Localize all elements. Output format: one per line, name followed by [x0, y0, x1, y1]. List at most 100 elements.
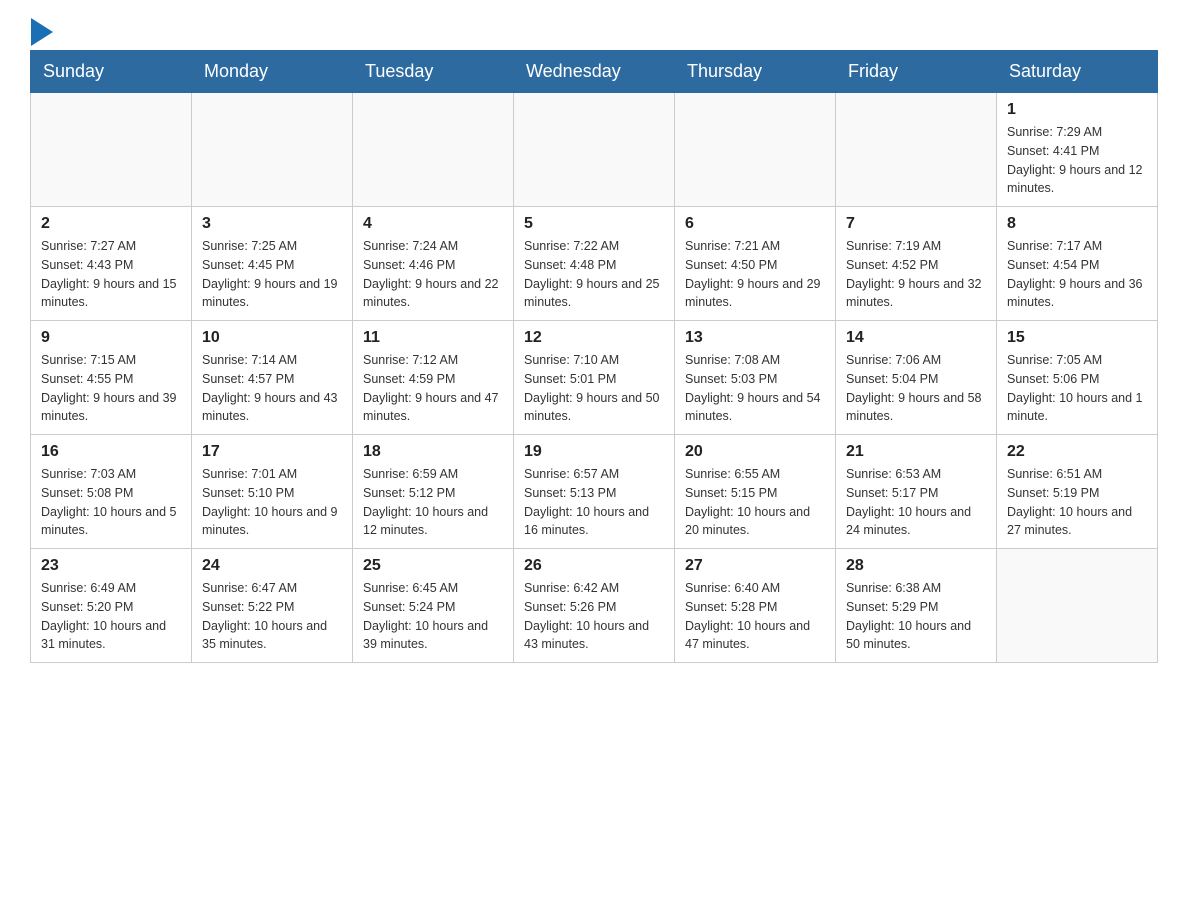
day-number: 15 — [1007, 329, 1147, 347]
logo-arrow-icon — [31, 18, 53, 46]
day-info: Sunrise: 7:14 AMSunset: 4:57 PMDaylight:… — [202, 351, 342, 426]
calendar-cell — [675, 93, 836, 207]
day-info: Sunrise: 7:21 AMSunset: 4:50 PMDaylight:… — [685, 237, 825, 312]
day-info: Sunrise: 7:03 AMSunset: 5:08 PMDaylight:… — [41, 465, 181, 540]
calendar-cell: 23 Sunrise: 6:49 AMSunset: 5:20 PMDayligh… — [31, 549, 192, 663]
page-header — [30, 20, 1158, 40]
day-info: Sunrise: 6:53 AMSunset: 5:17 PMDaylight:… — [846, 465, 986, 540]
day-info: Sunrise: 7:27 AMSunset: 4:43 PMDaylight:… — [41, 237, 181, 312]
day-info: Sunrise: 7:05 AMSunset: 5:06 PMDaylight:… — [1007, 351, 1147, 426]
day-info: Sunrise: 7:01 AMSunset: 5:10 PMDaylight:… — [202, 465, 342, 540]
day-number: 23 — [41, 557, 181, 575]
day-number: 1 — [1007, 101, 1147, 119]
calendar-cell: 17 Sunrise: 7:01 AMSunset: 5:10 PMDayligh… — [192, 435, 353, 549]
day-info: Sunrise: 7:06 AMSunset: 5:04 PMDaylight:… — [846, 351, 986, 426]
calendar-cell — [192, 93, 353, 207]
weekday-header-saturday: Saturday — [997, 51, 1158, 93]
day-number: 28 — [846, 557, 986, 575]
calendar-cell: 21 Sunrise: 6:53 AMSunset: 5:17 PMDayligh… — [836, 435, 997, 549]
calendar-cell: 28 Sunrise: 6:38 AMSunset: 5:29 PMDayligh… — [836, 549, 997, 663]
calendar-cell: 26Sunrise: 6:42 AMSunset: 5:26 PMDayligh… — [514, 549, 675, 663]
logo — [30, 20, 53, 40]
calendar-cell — [836, 93, 997, 207]
calendar-cell: 2 Sunrise: 7:27 AMSunset: 4:43 PMDaylight… — [31, 207, 192, 321]
day-number: 5 — [524, 215, 664, 233]
calendar-cell: 18 Sunrise: 6:59 AMSunset: 5:12 PMDayligh… — [353, 435, 514, 549]
calendar-cell — [514, 93, 675, 207]
day-info: Sunrise: 6:40 AMSunset: 5:28 PMDaylight:… — [685, 579, 825, 654]
day-number: 19 — [524, 443, 664, 461]
day-number: 10 — [202, 329, 342, 347]
day-info: Sunrise: 6:51 AMSunset: 5:19 PMDaylight:… — [1007, 465, 1147, 540]
day-number: 27 — [685, 557, 825, 575]
day-info: Sunrise: 7:10 AMSunset: 5:01 PMDaylight:… — [524, 351, 664, 426]
day-info: Sunrise: 7:17 AMSunset: 4:54 PMDaylight:… — [1007, 237, 1147, 312]
day-info: Sunrise: 7:12 AMSunset: 4:59 PMDaylight:… — [363, 351, 503, 426]
calendar-week-row: 1 Sunrise: 7:29 AMSunset: 4:41 PMDaylight… — [31, 93, 1158, 207]
calendar-cell: 15 Sunrise: 7:05 AMSunset: 5:06 PMDayligh… — [997, 321, 1158, 435]
calendar-cell: 19 Sunrise: 6:57 AMSunset: 5:13 PMDayligh… — [514, 435, 675, 549]
calendar-cell: 16 Sunrise: 7:03 AMSunset: 5:08 PMDayligh… — [31, 435, 192, 549]
day-info: Sunrise: 6:42 AMSunset: 5:26 PMDaylight:… — [524, 579, 664, 654]
calendar-cell: 3 Sunrise: 7:25 AMSunset: 4:45 PMDaylight… — [192, 207, 353, 321]
calendar-cell: 24 Sunrise: 6:47 AMSunset: 5:22 PMDayligh… — [192, 549, 353, 663]
day-info: Sunrise: 6:47 AMSunset: 5:22 PMDaylight:… — [202, 579, 342, 654]
weekday-header-wednesday: Wednesday — [514, 51, 675, 93]
day-number: 21 — [846, 443, 986, 461]
calendar-week-row: 2 Sunrise: 7:27 AMSunset: 4:43 PMDaylight… — [31, 207, 1158, 321]
day-info: Sunrise: 7:22 AMSunset: 4:48 PMDaylight:… — [524, 237, 664, 312]
calendar-table: SundayMondayTuesdayWednesdayThursdayFrid… — [30, 50, 1158, 663]
day-info: Sunrise: 6:57 AMSunset: 5:13 PMDaylight:… — [524, 465, 664, 540]
day-number: 22 — [1007, 443, 1147, 461]
day-number: 12 — [524, 329, 664, 347]
weekday-header-sunday: Sunday — [31, 51, 192, 93]
calendar-cell: 22 Sunrise: 6:51 AMSunset: 5:19 PMDayligh… — [997, 435, 1158, 549]
day-info: Sunrise: 7:29 AMSunset: 4:41 PMDaylight:… — [1007, 123, 1147, 198]
day-number: 25 — [363, 557, 503, 575]
day-number: 8 — [1007, 215, 1147, 233]
day-info: Sunrise: 6:38 AMSunset: 5:29 PMDaylight:… — [846, 579, 986, 654]
calendar-cell — [997, 549, 1158, 663]
day-info: Sunrise: 6:55 AMSunset: 5:15 PMDaylight:… — [685, 465, 825, 540]
weekday-header-tuesday: Tuesday — [353, 51, 514, 93]
weekday-header-thursday: Thursday — [675, 51, 836, 93]
day-number: 4 — [363, 215, 503, 233]
calendar-week-row: 9 Sunrise: 7:15 AMSunset: 4:55 PMDaylight… — [31, 321, 1158, 435]
weekday-header-row: SundayMondayTuesdayWednesdayThursdayFrid… — [31, 51, 1158, 93]
day-number: 13 — [685, 329, 825, 347]
calendar-cell: 14 Sunrise: 7:06 AMSunset: 5:04 PMDayligh… — [836, 321, 997, 435]
calendar-cell: 25 Sunrise: 6:45 AMSunset: 5:24 PMDayligh… — [353, 549, 514, 663]
day-number: 7 — [846, 215, 986, 233]
calendar-cell: 4 Sunrise: 7:24 AMSunset: 4:46 PMDaylight… — [353, 207, 514, 321]
day-number: 2 — [41, 215, 181, 233]
day-info: Sunrise: 7:24 AMSunset: 4:46 PMDaylight:… — [363, 237, 503, 312]
day-info: Sunrise: 7:08 AMSunset: 5:03 PMDaylight:… — [685, 351, 825, 426]
day-number: 17 — [202, 443, 342, 461]
calendar-cell: 13 Sunrise: 7:08 AMSunset: 5:03 PMDayligh… — [675, 321, 836, 435]
calendar-week-row: 23 Sunrise: 6:49 AMSunset: 5:20 PMDayligh… — [31, 549, 1158, 663]
day-info: Sunrise: 7:19 AMSunset: 4:52 PMDaylight:… — [846, 237, 986, 312]
day-number: 18 — [363, 443, 503, 461]
day-number: 6 — [685, 215, 825, 233]
day-number: 16 — [41, 443, 181, 461]
day-info: Sunrise: 6:49 AMSunset: 5:20 PMDaylight:… — [41, 579, 181, 654]
day-info: Sunrise: 6:45 AMSunset: 5:24 PMDaylight:… — [363, 579, 503, 654]
day-number: 11 — [363, 329, 503, 347]
day-number: 3 — [202, 215, 342, 233]
calendar-cell: 9 Sunrise: 7:15 AMSunset: 4:55 PMDaylight… — [31, 321, 192, 435]
day-number: 24 — [202, 557, 342, 575]
calendar-cell: 10 Sunrise: 7:14 AMSunset: 4:57 PMDayligh… — [192, 321, 353, 435]
calendar-cell — [353, 93, 514, 207]
calendar-cell — [31, 93, 192, 207]
calendar-cell: 12 Sunrise: 7:10 AMSunset: 5:01 PMDayligh… — [514, 321, 675, 435]
calendar-cell: 20Sunrise: 6:55 AMSunset: 5:15 PMDayligh… — [675, 435, 836, 549]
day-number: 9 — [41, 329, 181, 347]
calendar-cell: 11 Sunrise: 7:12 AMSunset: 4:59 PMDayligh… — [353, 321, 514, 435]
calendar-cell: 27 Sunrise: 6:40 AMSunset: 5:28 PMDayligh… — [675, 549, 836, 663]
day-info: Sunrise: 7:25 AMSunset: 4:45 PMDaylight:… — [202, 237, 342, 312]
day-info: Sunrise: 6:59 AMSunset: 5:12 PMDaylight:… — [363, 465, 503, 540]
day-number: 14 — [846, 329, 986, 347]
calendar-cell: 5 Sunrise: 7:22 AMSunset: 4:48 PMDaylight… — [514, 207, 675, 321]
calendar-cell: 7 Sunrise: 7:19 AMSunset: 4:52 PMDaylight… — [836, 207, 997, 321]
day-info: Sunrise: 7:15 AMSunset: 4:55 PMDaylight:… — [41, 351, 181, 426]
